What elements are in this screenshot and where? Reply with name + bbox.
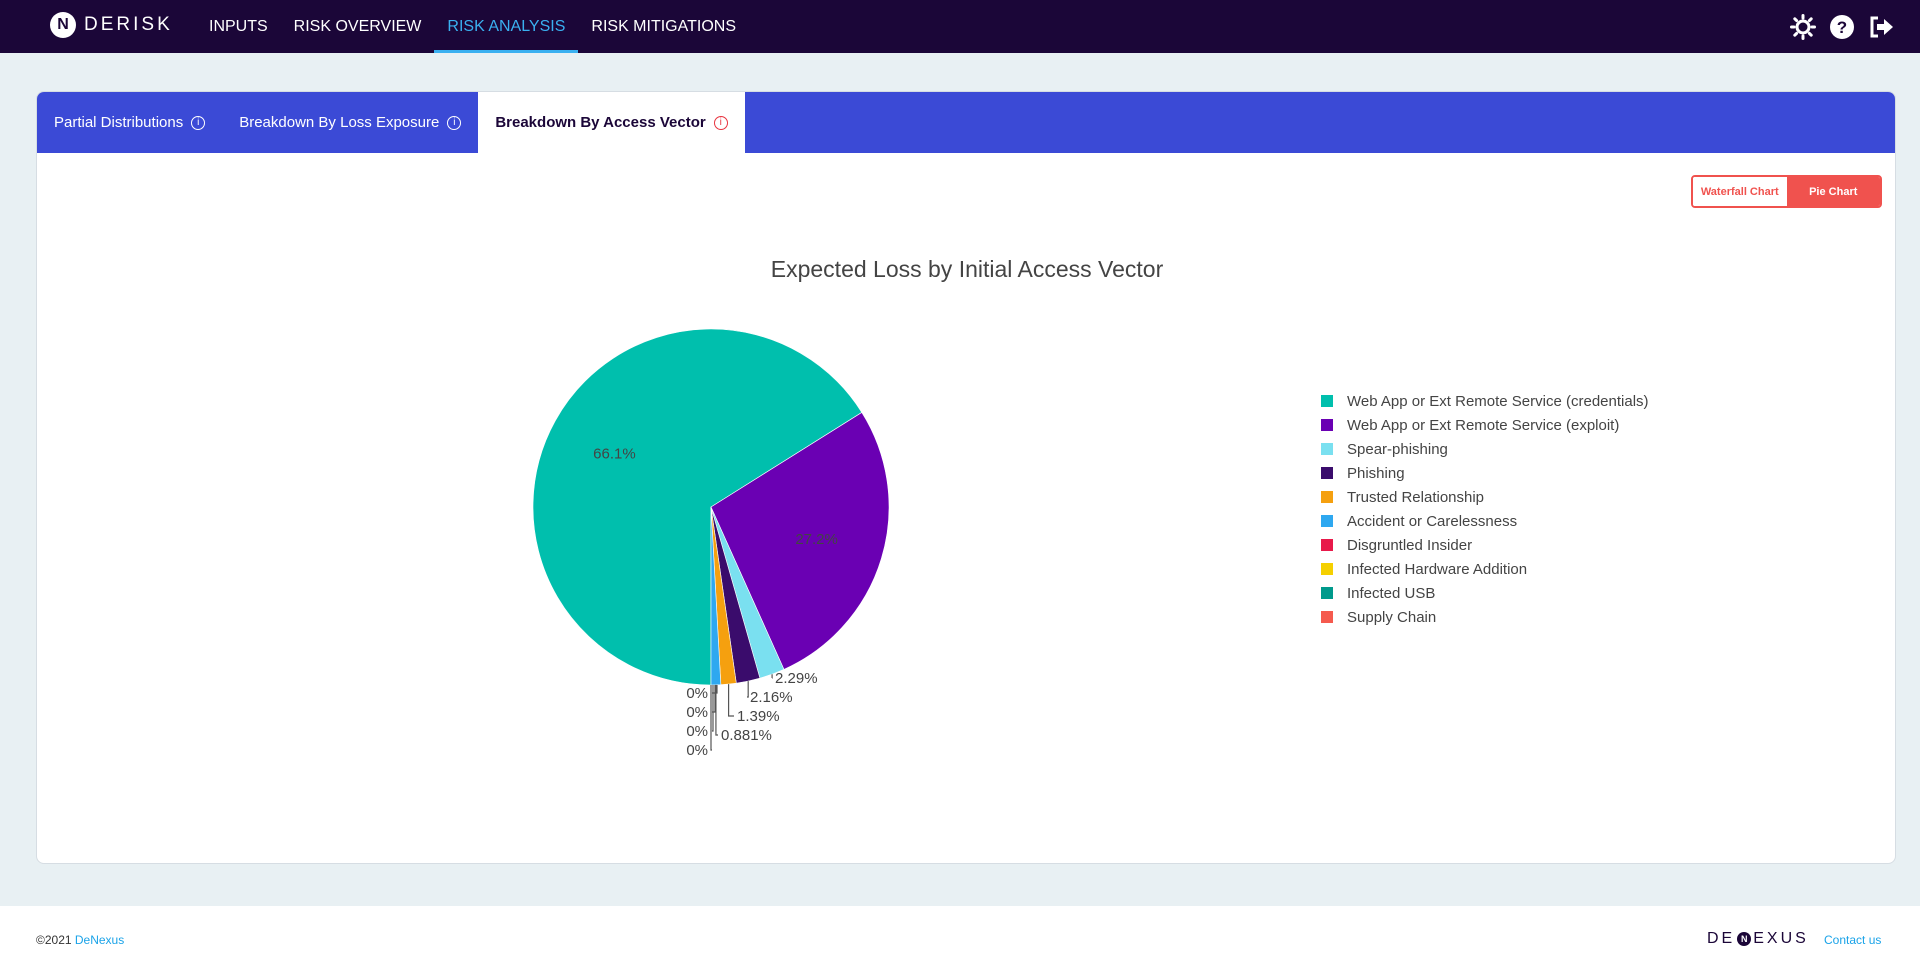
pie-label-spear-phishing: 2.29% [775, 670, 818, 687]
top-icons: ? [1789, 13, 1894, 40]
legend-swatch [1321, 419, 1333, 431]
legend-label: Web App or Ext Remote Service (exploit) [1347, 416, 1620, 434]
legend-label: Spear-phishing [1347, 440, 1448, 458]
legend-swatch [1321, 611, 1333, 623]
logo-mark-icon: N [50, 12, 76, 38]
pie-label-supply-chain: 0% [686, 742, 708, 759]
nav-item-inputs[interactable]: INPUTS [196, 0, 281, 53]
legend-label: Accident or Carelessness [1347, 512, 1518, 530]
legend-item-phishing[interactable]: Phishing [1321, 461, 1649, 485]
denexus-logo: DE N EXUS [1707, 930, 1809, 948]
legend-swatch [1321, 395, 1333, 407]
analysis-card: Partial Distributions i Breakdown By Los… [36, 91, 1896, 864]
pie-label-infected-usb: 0% [686, 723, 708, 740]
logo-text: DERISK [84, 14, 173, 35]
legend-item-infected-hardware-addition[interactable]: Infected Hardware Addition [1321, 557, 1649, 581]
legend-label: Infected Hardware Addition [1347, 560, 1528, 578]
denexus-link[interactable]: DeNexus [75, 933, 124, 947]
help-icon[interactable]: ? [1828, 13, 1855, 40]
legend-label: Supply Chain [1347, 608, 1437, 626]
legend-swatch [1321, 467, 1333, 479]
pie-label-trusted-relationship: 1.39% [737, 708, 780, 725]
app-logo[interactable]: N DERISK [50, 12, 173, 38]
nav-item-risk-overview[interactable]: RISK OVERVIEW [281, 0, 435, 53]
legend-swatch [1321, 515, 1333, 527]
brand-mark-icon: N [1737, 932, 1752, 946]
legend-item-accident-or-carelessness[interactable]: Accident or Carelessness [1321, 509, 1649, 533]
nav-item-risk-analysis[interactable]: RISK ANALYSIS [434, 0, 579, 53]
legend-label: Disgruntled Insider [1347, 536, 1473, 554]
pie-label-web-app-or-ext-remote-service-credentials: 66.1% [593, 446, 636, 463]
legend-swatch [1321, 563, 1333, 575]
pie-leader-line [747, 681, 749, 698]
legend-item-web-app-or-ext-remote-service-exploit[interactable]: Web App or Ext Remote Service (exploit) [1321, 413, 1649, 437]
legend-item-spear-phishing[interactable]: Spear-phishing [1321, 437, 1649, 461]
copyright: ©2021 DeNexus [36, 933, 124, 947]
pie-label-accident-or-carelessness: 0.881% [721, 727, 772, 744]
footer: ©2021 DeNexus DE N EXUS Contact us [0, 906, 1920, 976]
legend-swatch [1321, 539, 1333, 551]
legend-item-supply-chain[interactable]: Supply Chain [1321, 605, 1649, 629]
pie-leader-line [712, 685, 714, 732]
legend-label: Web App or Ext Remote Service (credentia… [1347, 392, 1649, 410]
brand-left: DE [1707, 930, 1736, 947]
legend-item-disgruntled-insider[interactable]: Disgruntled Insider [1321, 533, 1649, 557]
pie-label-web-app-or-ext-remote-service-exploit: 27.2% [795, 531, 838, 548]
top-navbar: N DERISK INPUTS RISK OVERVIEW RISK ANALY… [0, 0, 1920, 53]
main-nav: INPUTS RISK OVERVIEW RISK ANALYSIS RISK … [196, 0, 749, 53]
svg-text:?: ? [1836, 18, 1846, 37]
legend-swatch [1321, 587, 1333, 599]
pie-leader-line [710, 685, 712, 751]
pie-label-infected-hardware-addition: 0% [686, 704, 708, 721]
legend-label: Infected USB [1347, 584, 1436, 602]
chart-legend: Web App or Ext Remote Service (credentia… [1321, 389, 1649, 629]
brand-right: EXUS [1753, 930, 1809, 947]
settings-sun-icon[interactable] [1789, 13, 1816, 40]
contact-us-link[interactable]: Contact us [1824, 933, 1881, 947]
pie-label-phishing: 2.16% [750, 689, 793, 706]
legend-swatch [1321, 491, 1333, 503]
legend-item-infected-usb[interactable]: Infected USB [1321, 581, 1649, 605]
logout-icon[interactable] [1867, 13, 1894, 40]
pie-leader-line [727, 684, 734, 717]
legend-label: Phishing [1347, 464, 1405, 482]
pie-label-disgruntled-insider: 0% [686, 685, 708, 702]
nav-item-risk-mitigations[interactable]: RISK MITIGATIONS [578, 0, 749, 53]
legend-swatch [1321, 443, 1333, 455]
legend-item-web-app-or-ext-remote-service-credentials[interactable]: Web App or Ext Remote Service (credentia… [1321, 389, 1649, 413]
copyright-text: ©2021 [36, 933, 75, 947]
legend-item-trusted-relationship[interactable]: Trusted Relationship [1321, 485, 1649, 509]
legend-label: Trusted Relationship [1347, 488, 1485, 506]
